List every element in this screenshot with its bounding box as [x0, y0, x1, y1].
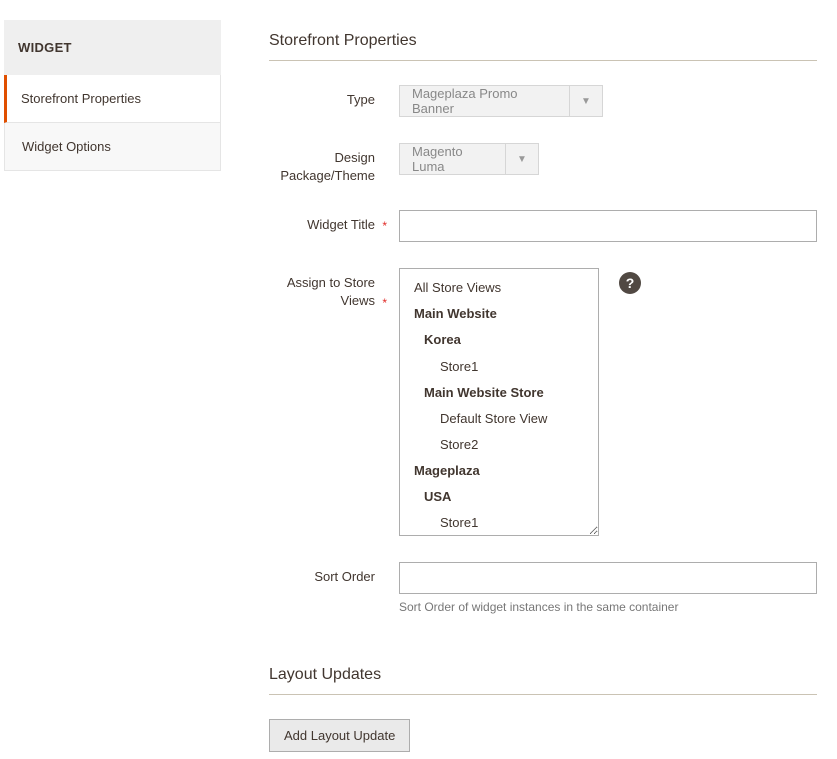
tab-storefront-properties[interactable]: Storefront Properties [4, 75, 221, 123]
chevron-down-icon: ▼ [506, 154, 538, 165]
tab-widget-options[interactable]: Widget Options [4, 123, 221, 171]
tab-label: Widget Options [22, 139, 111, 154]
sort-order-input[interactable] [399, 562, 817, 594]
page-layout: WIDGET Storefront Properties Widget Opti… [0, 20, 837, 752]
label-text: Design Package/Theme [280, 150, 375, 183]
store-view-option[interactable]: Korea [400, 327, 598, 353]
label-theme: Design Package/Theme [269, 143, 399, 184]
label-store-views: Assign to Store Views * [269, 268, 399, 309]
store-view-option[interactable]: Default Store View [400, 406, 598, 432]
theme-select: Magento Luma ▼ [399, 143, 539, 175]
field-theme: Design Package/Theme Magento Luma ▼ [269, 143, 817, 184]
sort-order-hint: Sort Order of widget instances in the sa… [399, 600, 678, 614]
label-widget-title: Widget Title * [269, 210, 399, 234]
label-text: Assign to Store Views [287, 275, 375, 308]
widget-title-input[interactable] [399, 210, 817, 242]
label-type: Type [269, 85, 399, 109]
store-view-option[interactable]: Store1 [400, 354, 598, 380]
store-view-option[interactable]: Mageplaza [400, 458, 598, 484]
type-select-value: Mageplaza Promo Banner [400, 86, 570, 116]
main-content: Storefront Properties Type Mageplaza Pro… [221, 20, 837, 752]
label-text: Sort Order [314, 569, 375, 584]
add-layout-update-button[interactable]: Add Layout Update [269, 719, 410, 752]
store-view-option[interactable]: All Store Views [400, 275, 598, 301]
layout-updates-section: Layout Updates Add Layout Update [269, 654, 817, 752]
theme-select-value: Magento Luma [400, 144, 506, 174]
store-view-option[interactable]: Main Website [400, 301, 598, 327]
help-icon[interactable]: ? [619, 272, 641, 294]
tab-label: Storefront Properties [21, 91, 141, 106]
store-view-option[interactable]: Main Website Store [400, 380, 598, 406]
field-store-views: Assign to Store Views * All Store ViewsM… [269, 268, 817, 536]
field-widget-title: Widget Title * [269, 210, 817, 242]
sidebar-header: WIDGET [4, 20, 221, 75]
store-view-option[interactable]: Store2 [400, 432, 598, 458]
label-sort-order: Sort Order [269, 562, 399, 586]
field-sort-order: Sort Order Sort Order of widget instance… [269, 562, 817, 614]
required-mark: * [382, 218, 387, 234]
store-view-option[interactable]: USA [400, 484, 598, 510]
sidebar: WIDGET Storefront Properties Widget Opti… [4, 20, 221, 752]
section-title-layout-updates: Layout Updates [269, 654, 817, 695]
required-mark: * [382, 295, 387, 311]
type-select: Mageplaza Promo Banner ▼ [399, 85, 603, 117]
chevron-down-icon: ▼ [570, 96, 602, 107]
label-text: Widget Title [307, 217, 375, 232]
section-title-storefront: Storefront Properties [269, 20, 817, 61]
store-views-select[interactable]: All Store ViewsMain WebsiteKoreaStore1Ma… [399, 268, 599, 536]
store-view-option[interactable]: Store1 [400, 510, 598, 536]
field-type: Type Mageplaza Promo Banner ▼ [269, 85, 817, 117]
label-text: Type [347, 92, 375, 107]
